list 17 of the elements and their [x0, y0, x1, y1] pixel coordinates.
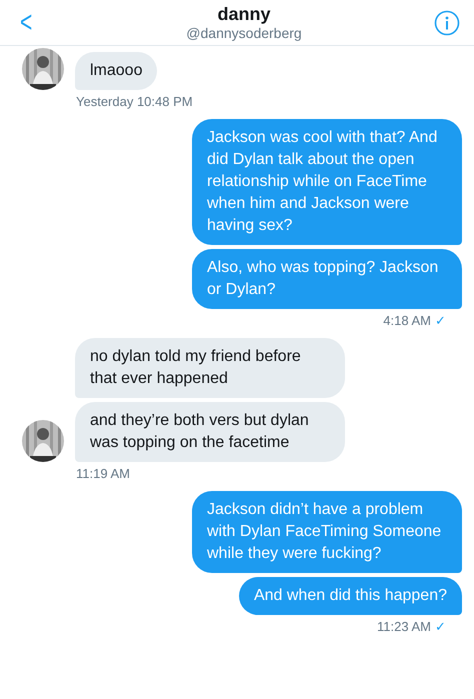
contact-handle: @dannysoderberg: [186, 25, 302, 41]
back-button[interactable]: <: [20, 8, 48, 38]
message-bubble: Jackson didn’t have a problem with Dylan FaceTiming Someone while they were fucking?: [192, 491, 462, 573]
message-bubble: Jackson was cool with that? And did Dylan talk about the open relationship while on FaceTime when him and Jackson were having sex?: [192, 119, 462, 245]
message-bubble: and they’re both vers but dylan was topping on the facetime: [75, 402, 345, 462]
timestamp: 4:18 AM: [383, 313, 431, 328]
message-bubble: lmaooo: [75, 52, 158, 90]
timestamp: 11:23 AM: [377, 619, 431, 634]
message-bubble: no dylan told my friend before that ever happened: [75, 338, 345, 398]
contact-name: danny: [217, 4, 270, 25]
read-receipt: ✓: [435, 313, 446, 328]
info-icon[interactable]: [434, 10, 460, 36]
read-receipt: ✓: [435, 619, 446, 634]
message-bubble: Also, who was topping? Jackson or Dylan?: [192, 249, 462, 309]
timestamp: 11:19 AM: [76, 466, 130, 481]
message-bubble: And when did this happen?: [238, 577, 462, 615]
timestamp: Yesterday 10:48 PM: [76, 94, 193, 109]
